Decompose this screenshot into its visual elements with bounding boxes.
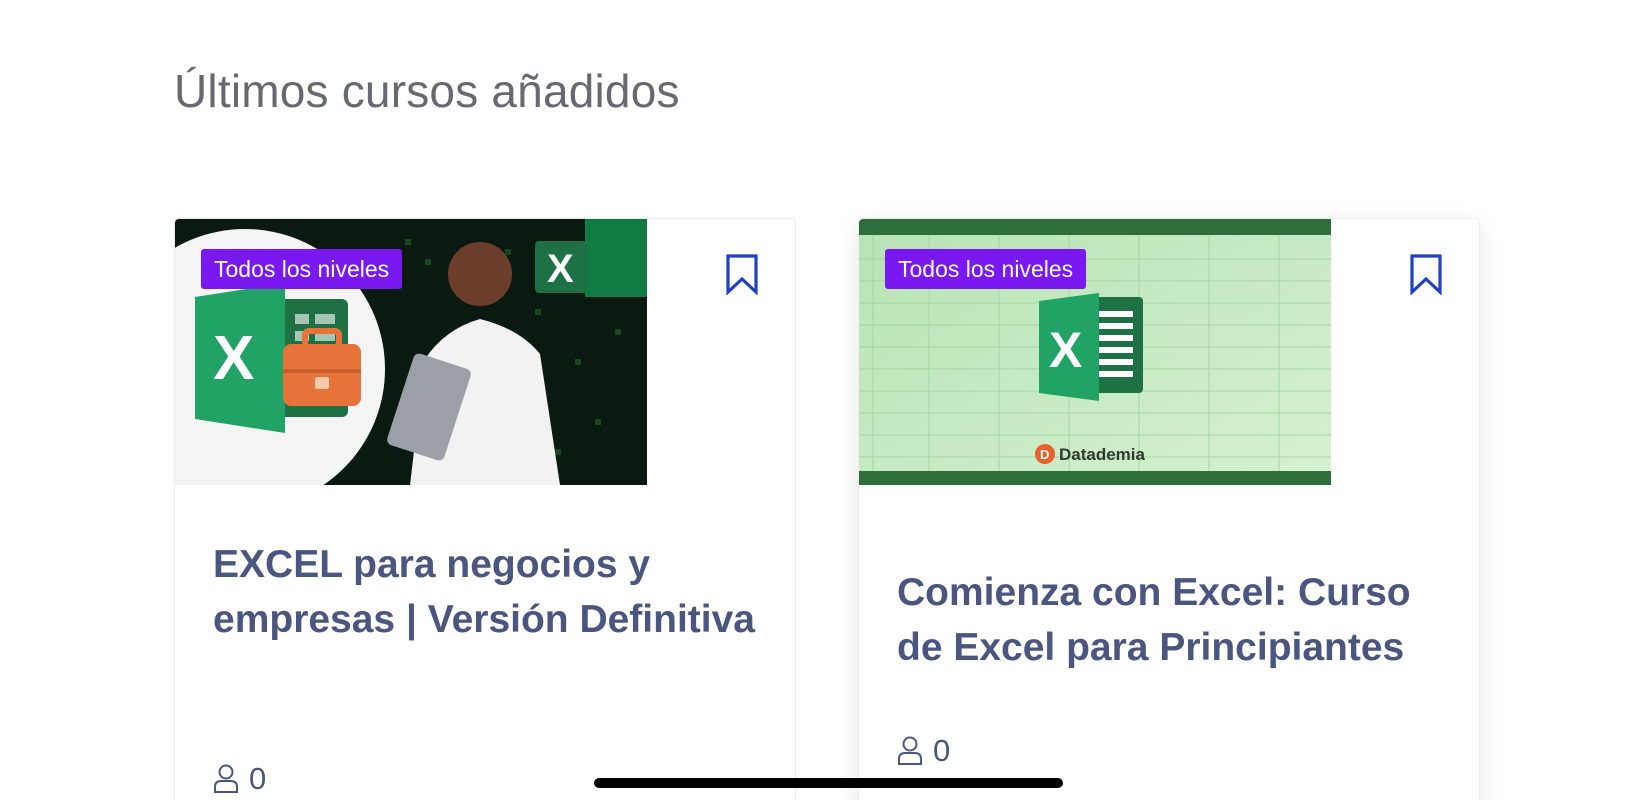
bookmark-icon[interactable] xyxy=(725,253,759,295)
user-icon xyxy=(898,736,922,765)
students-value: 0 xyxy=(249,761,267,796)
section-title: Últimos cursos añadidos xyxy=(174,65,680,117)
students-count: 0 xyxy=(897,733,950,769)
user-icon xyxy=(214,764,238,793)
course-title[interactable]: Comienza con Excel: Curso de Excel para … xyxy=(897,565,1457,675)
course-title[interactable]: EXCEL para negocios y empresas | Versión… xyxy=(213,537,773,647)
course-card[interactable]: X D Datademia Todos los niveles Comienza… xyxy=(858,218,1480,800)
bookmark-icon[interactable] xyxy=(1409,253,1443,295)
svg-text:Datademia: Datademia xyxy=(1059,445,1146,464)
svg-text:D: D xyxy=(1040,447,1049,462)
students-value: 0 xyxy=(933,733,951,768)
svg-text:X: X xyxy=(213,324,254,393)
home-indicator[interactable] xyxy=(594,778,1063,788)
svg-text:X: X xyxy=(1049,322,1082,378)
level-badge: Todos los niveles xyxy=(201,249,403,289)
level-badge: Todos los niveles xyxy=(885,249,1087,289)
page: Últimos cursos añadidos X X Todos los ni… xyxy=(0,0,1641,800)
students-count: 0 xyxy=(213,761,266,797)
svg-text:X: X xyxy=(547,247,574,291)
course-card[interactable]: X X Todos los niveles EXCEL para negocio… xyxy=(174,218,796,800)
